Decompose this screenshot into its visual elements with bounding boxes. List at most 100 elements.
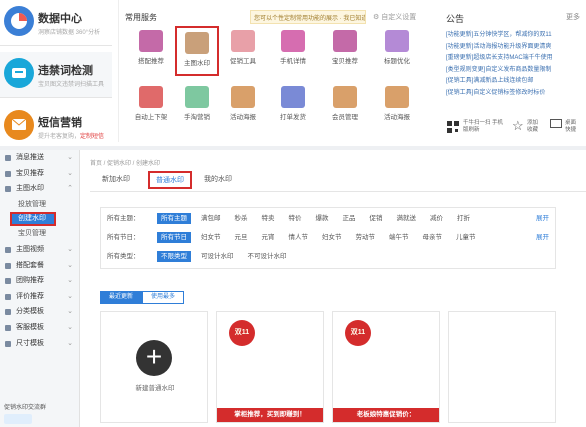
template-card[interactable]: 双11 老板娘特惠促销价： xyxy=(332,311,440,423)
menu-item[interactable]: 投放管理 xyxy=(0,197,79,213)
filter-chip[interactable]: 减价 xyxy=(426,213,447,224)
announcement-item[interactable]: [类型规则变更]自定义发布商品数量限制 xyxy=(446,65,582,77)
menu-item[interactable]: 团购推荐 ⌄ xyxy=(0,273,79,289)
custom-settings-link[interactable]: ⚙ 自定义设置 xyxy=(373,12,416,22)
menu-item[interactable]: 创建水印 xyxy=(10,212,56,227)
announcement-item[interactable]: [促销工具]自定义促销标签修改时标价 xyxy=(446,88,582,100)
bookmark-label: 添加 收藏 xyxy=(527,120,539,133)
menu-footer[interactable]: 促销水印交流群 xyxy=(4,402,46,411)
star-icon: ☆ xyxy=(512,118,524,133)
filter-chip[interactable]: 爆款 xyxy=(312,213,333,224)
menu-item-icon xyxy=(5,262,11,269)
data-center-card[interactable]: 数据中心 洞察店铺数据 360°分析 xyxy=(0,0,112,46)
new-watermark-card[interactable]: + 新建普通水印 xyxy=(100,311,208,423)
desktop-shortcut-item[interactable]: 桌面 快捷 xyxy=(550,118,584,138)
service-tile[interactable]: 自动上下架 xyxy=(129,82,173,132)
services-note[interactable]: 您可以个性定制常用功能的展示 · 我已知道 xyxy=(250,10,366,24)
card-subtitle: 宝贝图文违禁词扫描工具 xyxy=(38,82,105,88)
filter-chip[interactable]: 儿童节 xyxy=(452,232,480,243)
menu-item-label: 主图视频 xyxy=(16,245,44,253)
service-tile[interactable]: 活动海报 xyxy=(375,82,419,132)
menu-item-icon xyxy=(5,246,11,253)
tab-normal-watermark[interactable]: 普通水印 xyxy=(148,171,192,189)
plus-icon[interactable]: + xyxy=(136,340,172,376)
filter-chip[interactable]: 端午节 xyxy=(385,232,413,243)
menu-item[interactable]: 宝贝管理 xyxy=(0,226,79,242)
tab-my-watermark[interactable]: 我的水印 xyxy=(204,174,232,184)
filter-chip[interactable]: 特价 xyxy=(285,213,306,224)
tab-new-watermark[interactable]: 新加水印 xyxy=(102,174,130,184)
announcements-panel: 公告 更多 [功能更新]五分钟快学区，帮减你的双11 [功能更新]活动海报功能升级… xyxy=(440,0,586,142)
template-strip: 掌柜推荐，买到即赚到！ xyxy=(217,408,323,422)
filter-chip[interactable]: 满就送 xyxy=(393,213,421,224)
menu-item[interactable]: 搭配套餐 ⌄ xyxy=(0,258,79,274)
template-card[interactable]: 双11 掌柜推荐，买到即赚到！ xyxy=(216,311,324,423)
watermark-tabs: 新加水印 普通水印 我的水印 xyxy=(90,170,586,192)
filter-chip[interactable]: 正品 xyxy=(339,213,360,224)
template-card[interactable] xyxy=(448,311,556,423)
service-tile[interactable]: 会员管理 xyxy=(323,82,367,132)
template-badge: 双11 xyxy=(229,320,255,346)
filter-chip[interactable]: 劳动节 xyxy=(352,232,380,243)
sort-most-used-button[interactable]: 使用最多 xyxy=(142,291,185,304)
menu-item[interactable]: 分类模板 ⌄ xyxy=(0,304,79,320)
menu-item-icon xyxy=(5,309,11,316)
menu-item-label: 团购推荐 xyxy=(16,277,44,285)
service-tile[interactable]: 宝贝推荐 xyxy=(323,26,367,76)
service-tile[interactable]: 手淘营销 xyxy=(175,82,219,132)
image-icon xyxy=(231,86,255,108)
service-tile[interactable]: 标题优化 xyxy=(375,26,419,76)
filter-chip[interactable]: 特卖 xyxy=(258,213,279,224)
menu-item[interactable]: 宝贝推荐 ⌄ xyxy=(0,166,79,182)
announcement-item[interactable]: [促销工具]满减新品上线连续包邮 xyxy=(446,76,582,88)
menu-item[interactable]: 主图水印 ⌃ xyxy=(0,181,79,197)
announcement-item[interactable]: [功能更新]活动海报功能升级界面更清爽 xyxy=(446,42,582,54)
filter-chip[interactable]: 情人节 xyxy=(285,232,313,243)
filter-chip[interactable]: 不可设计水印 xyxy=(244,251,291,262)
service-tile-label: 搭配推荐 xyxy=(138,58,164,65)
announcements-more-link[interactable]: 更多 xyxy=(566,12,580,22)
filter-chip[interactable]: 元旦 xyxy=(231,232,252,243)
sort-recent-button[interactable]: 最近更新 xyxy=(100,291,143,304)
service-tile[interactable]: 搭配推荐 xyxy=(129,26,173,76)
filter-expand-button[interactable]: 展开 xyxy=(536,229,549,247)
menu-item[interactable]: 消息推送 ⌄ xyxy=(0,150,79,166)
menu-item[interactable]: 评价推荐 ⌄ xyxy=(0,289,79,305)
filter-chip[interactable]: 妇女节 xyxy=(318,232,346,243)
qr-scan-item[interactable]: 千牛扫一扫 手机版刷新 xyxy=(446,118,508,138)
service-tile[interactable]: 手机详情 xyxy=(271,26,315,76)
filter-chip[interactable]: 满包邮 xyxy=(197,213,225,224)
sms-marketing-card[interactable]: 短信营销 提升老客复购，定制短信 xyxy=(0,104,112,150)
filter-expand-button[interactable]: 展开 xyxy=(536,210,549,228)
breadcrumb: 首页 / 促销水印 / 创建水印 xyxy=(90,161,161,167)
filter-chip[interactable]: 不限类型 xyxy=(157,251,191,262)
menu-item[interactable]: 尺寸模板 ⌄ xyxy=(0,336,79,352)
sort-toggle: 最近更新 使用最多 xyxy=(100,291,185,304)
image2-icon xyxy=(385,86,409,108)
filter-chip[interactable]: 可设计水印 xyxy=(197,251,238,262)
filter-chip[interactable]: 促销 xyxy=(366,213,387,224)
menu-item[interactable]: 主图视频 ⌄ xyxy=(0,242,79,258)
filter-chip[interactable]: 元宵 xyxy=(258,232,279,243)
filter-chip[interactable]: 母亲节 xyxy=(419,232,447,243)
filter-chip[interactable]: 所有节日 xyxy=(157,232,191,243)
service-tile[interactable]: 促销工具 xyxy=(221,26,265,76)
filter-chip[interactable]: 妇女节 xyxy=(197,232,225,243)
announcement-footer: 千牛扫一扫 手机版刷新 ☆ 添加 收藏 桌面 快捷 xyxy=(446,118,582,138)
chevron-icon: ⌄ xyxy=(67,277,73,285)
filter-chip[interactable]: 所有主题 xyxy=(157,213,191,224)
menu-item[interactable]: 客服模板 ⌄ xyxy=(0,320,79,336)
service-tile[interactable]: 活动海报 xyxy=(221,82,265,132)
announcement-item[interactable]: [功能更新]五分钟快学区，帮减你的双11 xyxy=(446,30,582,42)
announcement-item[interactable]: [重磅更新]超级店长支持MAC端千牛使用 xyxy=(446,53,582,65)
filter-chip[interactable]: 打折 xyxy=(453,213,474,224)
menu-item-label: 尺寸模板 xyxy=(16,339,44,347)
filter-chip[interactable]: 秒杀 xyxy=(231,213,252,224)
group-badge[interactable] xyxy=(4,414,32,424)
service-tile[interactable]: 主图水印 xyxy=(175,26,219,76)
menu-item-label: 评价推荐 xyxy=(16,292,44,300)
service-tile[interactable]: 打单发货 xyxy=(271,82,315,132)
banned-word-card[interactable]: 违禁词检测 宝贝图文违禁词扫描工具 xyxy=(0,52,112,98)
bookmark-item[interactable]: ☆ 添加 收藏 xyxy=(512,118,546,138)
menu-item-label: 客服模板 xyxy=(16,323,44,331)
